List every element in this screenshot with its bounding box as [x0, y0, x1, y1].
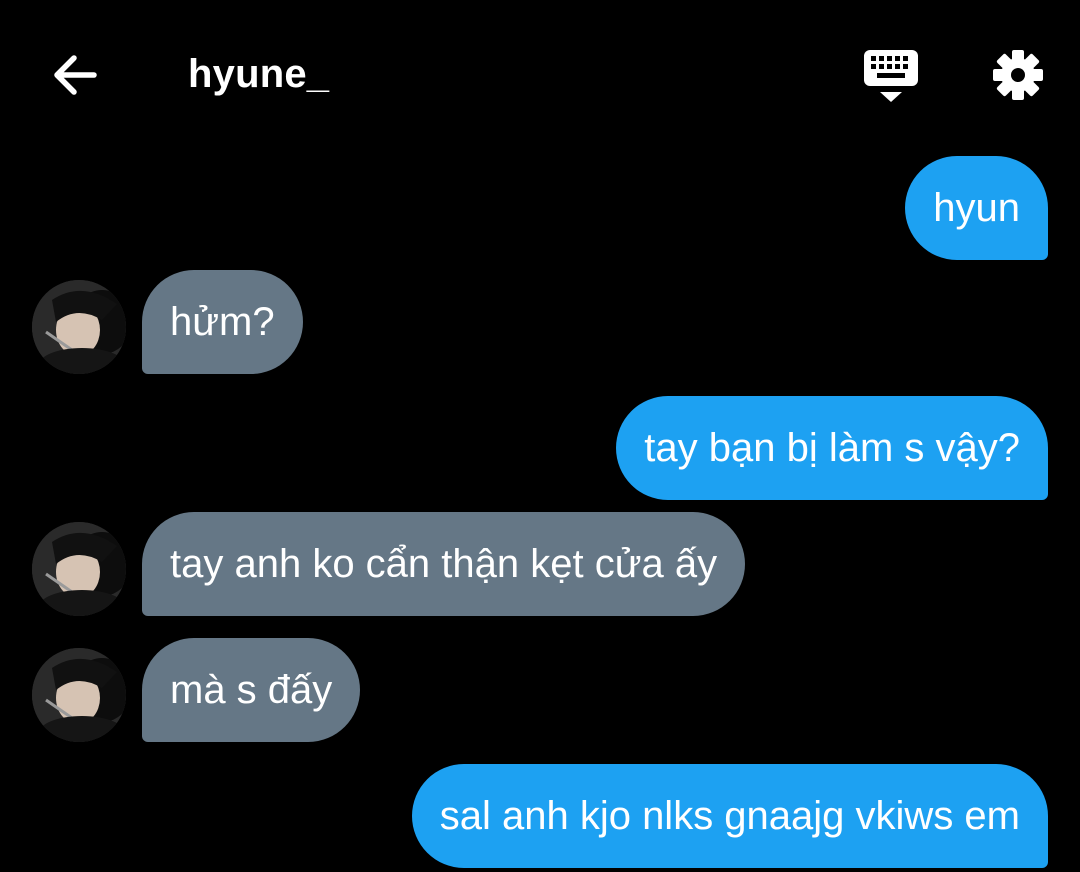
back-button[interactable]	[44, 46, 104, 104]
avatar[interactable]	[32, 522, 126, 616]
chat-header: hyune_	[0, 0, 1080, 140]
keyboard-hide-icon	[864, 50, 918, 102]
arrow-left-icon	[54, 55, 97, 95]
incoming-message-bubble[interactable]: tay anh ko cẩn thận kẹt cửa ấy	[142, 512, 746, 616]
outgoing-message-bubble[interactable]: hyun	[905, 156, 1048, 260]
incoming-message-bubble[interactable]: mà s đấy	[142, 638, 361, 742]
avatar-photo	[32, 280, 126, 374]
gear-icon	[993, 50, 1043, 100]
outgoing-message-bubble[interactable]: sal anh kjo nlks gnaajg vkiws em	[411, 764, 1048, 868]
incoming-message-bubble[interactable]: hửm?	[142, 270, 303, 374]
settings-button[interactable]	[986, 44, 1050, 106]
avatar[interactable]	[32, 648, 126, 742]
keyboard-toggle-button[interactable]	[858, 44, 924, 106]
avatar[interactable]	[32, 280, 126, 374]
conversation-title[interactable]: hyune_	[188, 48, 329, 100]
outgoing-message-bubble[interactable]: tay bạn bị làm s vậy?	[616, 396, 1048, 500]
avatar-photo	[32, 522, 126, 616]
avatar-photo	[32, 648, 126, 742]
